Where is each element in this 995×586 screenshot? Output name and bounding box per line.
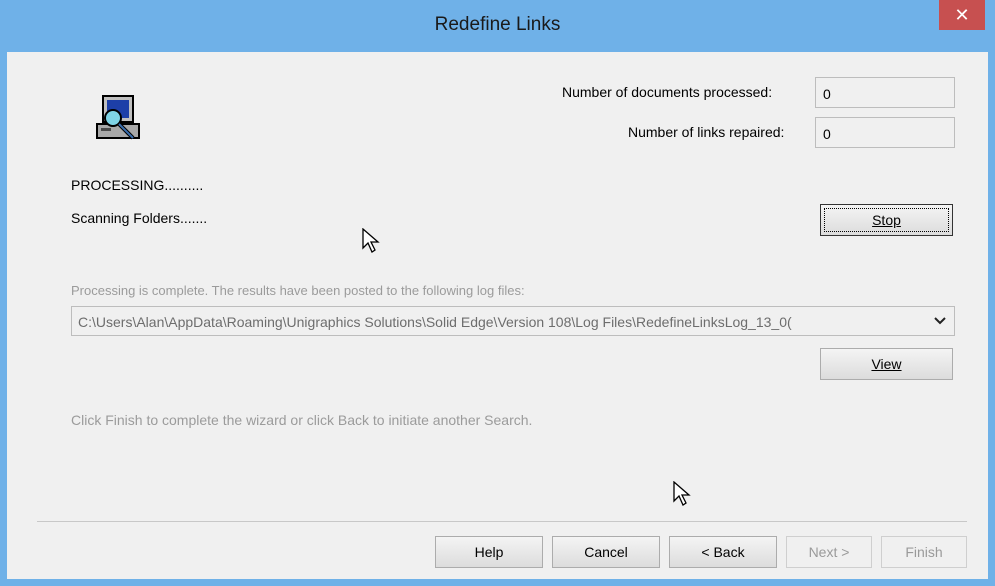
mouse-cursor-icon [362, 227, 380, 259]
scanning-status: Scanning Folders....... [71, 210, 208, 226]
help-button-label: Help [474, 544, 504, 560]
stop-button[interactable]: Stop [820, 204, 953, 236]
back-button-label: < Back [701, 544, 745, 560]
wizard-instructions: Click Finish to complete the wizard or c… [71, 412, 533, 428]
redefine-links-dialog: Redefine Links ✕ Number of documents pro… [0, 0, 995, 586]
button-separator [37, 521, 967, 522]
log-file-path: C:\Users\Alan\AppData\Roaming\Unigraphic… [78, 314, 792, 330]
links-repaired-label: Number of links repaired: [628, 124, 785, 140]
view-button[interactable]: View [820, 348, 953, 380]
view-button-label: View [871, 356, 902, 372]
mouse-cursor-icon [673, 480, 691, 512]
log-file-select[interactable]: C:\Users\Alan\AppData\Roaming\Unigraphic… [71, 306, 955, 336]
title-bar[interactable]: Redefine Links ✕ [0, 0, 995, 52]
close-icon: ✕ [954, 4, 970, 25]
close-button[interactable]: ✕ [939, 0, 985, 30]
processing-status: PROCESSING.......... [71, 177, 204, 193]
finish-button[interactable]: Finish [881, 536, 967, 568]
log-caption: Processing is complete. The results have… [71, 283, 525, 298]
next-button-label: Next > [808, 544, 850, 560]
links-repaired-field: 0 [815, 117, 955, 148]
stop-button-label: Stop [872, 212, 901, 228]
help-button[interactable]: Help [435, 536, 543, 568]
documents-processed-label: Number of documents processed: [562, 84, 773, 100]
computer-search-icon [89, 94, 147, 146]
documents-processed-field: 0 [815, 77, 955, 108]
chevron-down-icon[interactable] [927, 308, 953, 334]
back-button[interactable]: < Back [669, 536, 777, 568]
cancel-button-label: Cancel [584, 544, 628, 560]
window-title: Redefine Links [434, 14, 561, 35]
finish-button-label: Finish [905, 544, 943, 560]
next-button[interactable]: Next > [786, 536, 872, 568]
cancel-button[interactable]: Cancel [552, 536, 660, 568]
